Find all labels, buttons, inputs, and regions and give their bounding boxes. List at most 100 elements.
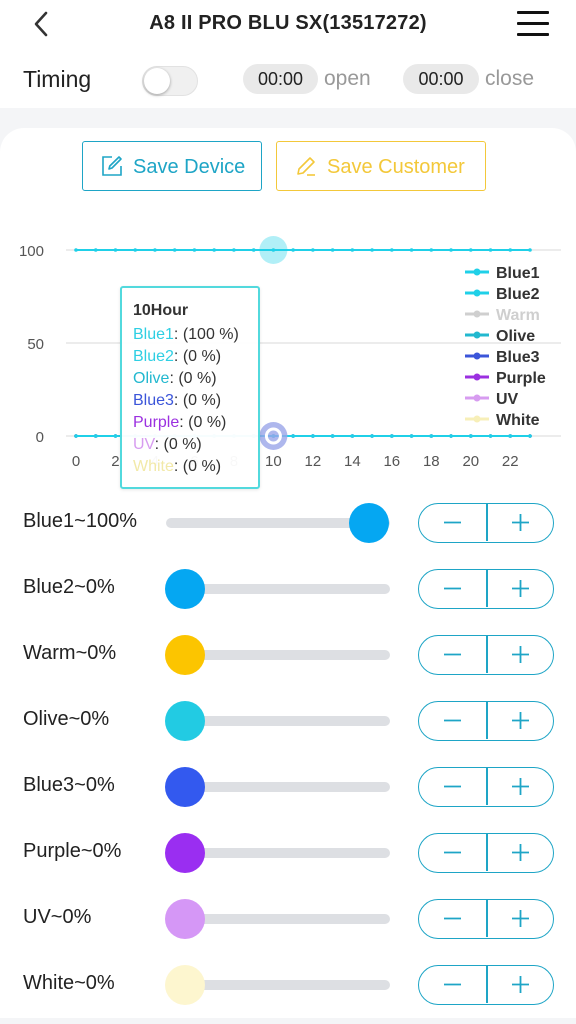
channel-stepper (418, 899, 554, 939)
page-title: A8 II PRO BLU SX(13517272) (149, 12, 427, 34)
increase-button[interactable] (487, 504, 554, 541)
channel-slider-thumb[interactable] (165, 767, 205, 807)
x-tick-label: 16 (383, 453, 400, 470)
tooltip-row: Blue2: (0 %) (133, 346, 248, 368)
channel-slider-thumb[interactable] (165, 635, 205, 675)
data-point (468, 248, 473, 252)
increase-button[interactable] (487, 834, 554, 871)
decrease-button[interactable] (419, 570, 486, 607)
channel-slider-thumb[interactable] (165, 833, 205, 873)
tooltip-row: Olive: (0 %) (133, 368, 248, 390)
data-point (232, 248, 236, 252)
data-point (153, 248, 157, 252)
plus-icon (512, 646, 529, 663)
minus-icon (444, 653, 461, 656)
close-time-field[interactable]: 00:00 (403, 64, 479, 94)
increase-button[interactable] (487, 900, 554, 937)
channel-slider-thumb[interactable] (165, 569, 205, 609)
open-time-field[interactable]: 00:00 (243, 64, 318, 94)
tooltip-series-value: : (100 %) (173, 326, 239, 343)
x-tick-label: 18 (423, 453, 440, 470)
tooltip-title: 10Hour (133, 302, 189, 319)
legend-label[interactable]: UV (496, 391, 519, 408)
data-point (133, 248, 138, 252)
increase-button[interactable] (487, 570, 554, 607)
decrease-button[interactable] (419, 504, 486, 541)
decrease-button[interactable] (419, 768, 486, 805)
x-tick-label: 10 (265, 453, 282, 470)
data-point (508, 248, 513, 252)
channel-slider-thumb[interactable] (165, 899, 205, 939)
y-tick-label: 0 (36, 429, 44, 446)
minus-icon (444, 587, 461, 590)
decrease-button[interactable] (419, 900, 486, 937)
highlight-marker (259, 422, 288, 450)
legend-swatch-dot (473, 394, 481, 402)
save-customer-button[interactable]: Save Customer (276, 141, 486, 191)
increase-button[interactable] (487, 702, 554, 739)
tooltip-series-value: : (0 %) (179, 414, 227, 431)
channel-stepper (418, 965, 554, 1005)
legend-label[interactable]: Blue2 (496, 286, 540, 303)
tooltip-series-name: Olive (133, 370, 170, 387)
y-tick-label: 50 (27, 336, 44, 353)
channel-stepper (418, 833, 554, 873)
channel-label: Blue3~0% (23, 774, 115, 796)
data-point (350, 248, 355, 252)
legend-label[interactable]: White (496, 412, 540, 429)
minus-icon (444, 785, 461, 788)
data-point (390, 434, 394, 438)
channel-label: UV~0% (23, 906, 92, 928)
increase-button[interactable] (487, 636, 554, 673)
channel-label: Olive~0% (23, 708, 110, 730)
tooltip-series-name: White (133, 458, 174, 475)
save-customer-label: Save Customer (327, 156, 465, 178)
channel-slider-thumb[interactable] (165, 701, 205, 741)
tooltip-series-name: Blue2 (133, 348, 174, 365)
timing-toggle[interactable] (142, 66, 198, 96)
tooltip-row: Blue1: (100 %) (133, 324, 248, 346)
data-point (449, 248, 453, 252)
data-point (172, 248, 177, 252)
data-point (93, 248, 98, 252)
legend-swatch-dot (473, 415, 481, 423)
channel-slider-thumb[interactable] (165, 965, 205, 1005)
increase-button[interactable] (487, 768, 554, 805)
data-point (330, 248, 335, 252)
decrease-button[interactable] (419, 834, 486, 871)
menu-icon[interactable] (517, 9, 549, 37)
light-schedule-chart[interactable]: 0501000246810121416182022 Blue1Blue2Warm… (0, 210, 576, 480)
minus-icon (444, 851, 461, 854)
legend-label[interactable]: Purple (496, 370, 546, 387)
decrease-button[interactable] (419, 966, 486, 1003)
increase-button[interactable] (487, 966, 554, 1003)
legend-label[interactable]: Blue3 (496, 349, 540, 366)
legend-label[interactable]: Blue1 (496, 265, 540, 282)
channel-label: Purple~0% (23, 840, 122, 862)
data-point (449, 434, 453, 438)
data-point (390, 248, 394, 252)
decrease-button[interactable] (419, 702, 486, 739)
data-point (488, 248, 493, 252)
data-point (212, 248, 216, 252)
plus-icon (512, 778, 529, 795)
timing-bar: Timing 00:00 open 00:00 close (0, 52, 576, 108)
tooltip-row: Blue3: (0 %) (133, 390, 248, 412)
tooltip-series-name: Blue3 (133, 392, 174, 409)
data-point (93, 434, 98, 438)
tooltip-series-name: UV (133, 436, 155, 453)
plus-icon (512, 844, 529, 861)
channel-label: Blue2~0% (23, 576, 115, 598)
minus-icon (444, 917, 461, 920)
tooltip-row: Purple: (0 %) (133, 412, 248, 434)
save-device-button[interactable]: Save Device (82, 141, 262, 191)
data-point (488, 434, 493, 438)
tooltip-row: UV: (0 %) (133, 434, 248, 456)
channel-slider-thumb[interactable] (349, 503, 389, 543)
legend-label[interactable]: Olive (496, 328, 535, 345)
data-point (409, 248, 414, 252)
legend-swatch-dot (473, 310, 481, 318)
decrease-button[interactable] (419, 636, 486, 673)
legend-label[interactable]: Warm (496, 307, 540, 324)
chart-tooltip: 10Hour Blue1: (100 %) Blue2: (0 %) Olive: … (120, 286, 260, 489)
